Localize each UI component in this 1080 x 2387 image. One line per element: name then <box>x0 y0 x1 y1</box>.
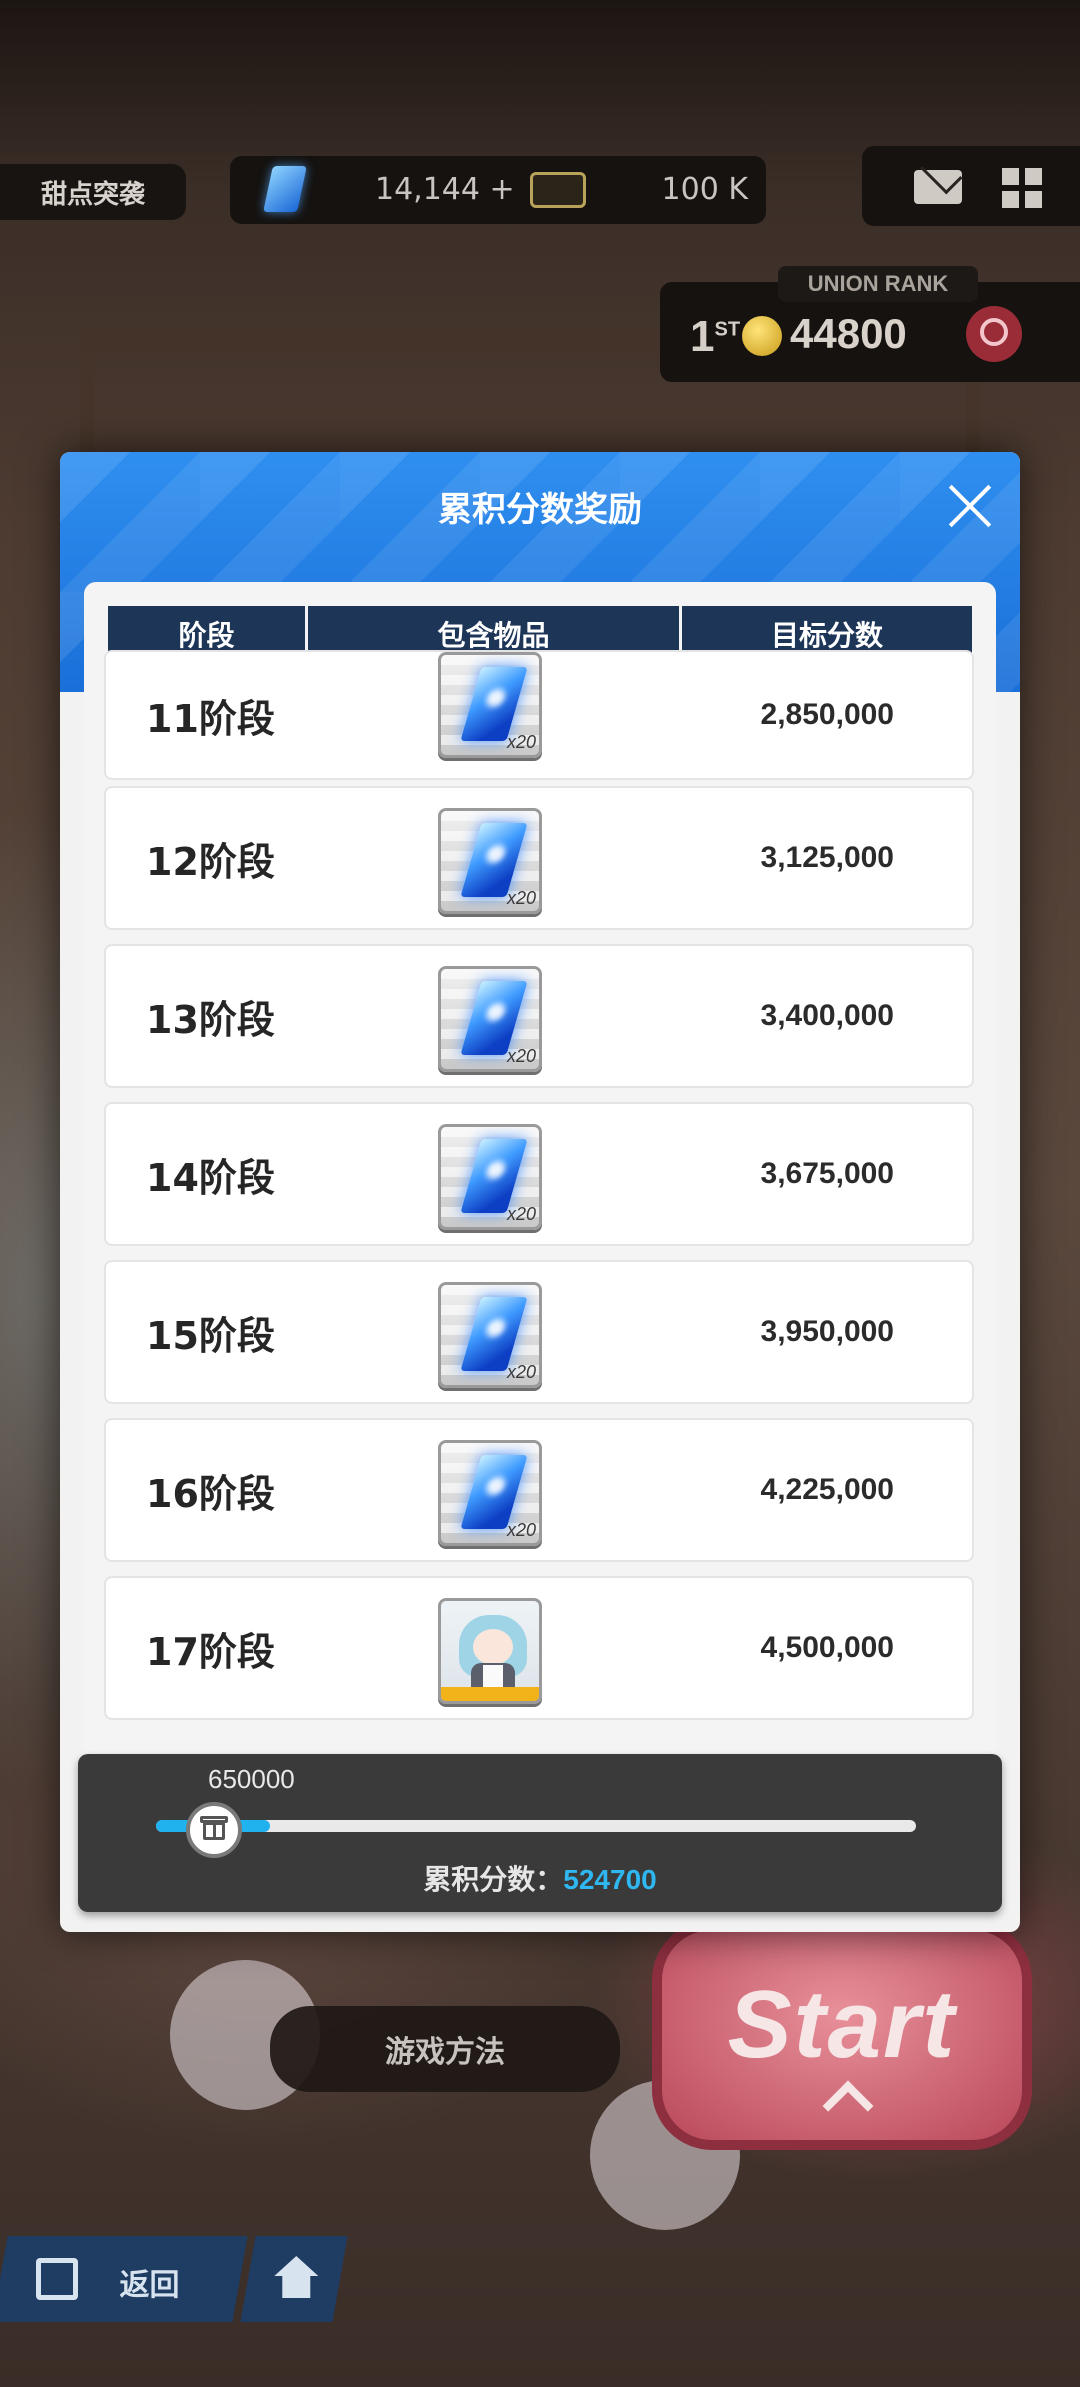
stage-label: 16阶段 <box>146 1471 275 1516</box>
home-icon <box>274 2256 319 2276</box>
stage-label: 11阶段 <box>146 696 275 741</box>
reward-quantity: x20 <box>506 1046 536 1066</box>
gem-count[interactable]: 14,144 + <box>375 172 515 207</box>
stage-label: 15阶段 <box>146 1313 275 1358</box>
table-row: 14阶段 x20 3,675,000 <box>104 1102 974 1246</box>
gem-reward-icon[interactable]: x20 <box>438 1282 542 1388</box>
reward-quantity: x20 <box>506 1520 536 1540</box>
target-score: 2,850,000 <box>760 698 894 731</box>
credit-count: 100 K <box>661 172 748 207</box>
gem-reward-icon[interactable]: x20 <box>438 652 542 758</box>
top-right-icons <box>862 146 1080 226</box>
gem-reward-icon[interactable]: x20 <box>438 1440 542 1546</box>
modal-title: 累积分数奖励 <box>438 490 642 530</box>
target-score: 3,950,000 <box>760 1315 894 1348</box>
score-rewards-modal: 累积分数奖励 阶段 包含物品 目标分数 11阶段 x20 2,850,000 1… <box>60 452 1020 1932</box>
table-row: 11阶段 x20 2,850,000 <box>104 650 974 780</box>
table-row: 16阶段 x20 4,225,000 <box>104 1418 974 1562</box>
reward-quantity: x20 <box>506 888 536 908</box>
milestone-score: 650000 <box>208 1764 295 1794</box>
union-rank-position: 1ST <box>690 312 740 362</box>
gem-reward-icon[interactable]: x20 <box>438 808 542 914</box>
stage-label: 17阶段 <box>146 1629 275 1674</box>
reward-quantity: x20 <box>506 1362 536 1382</box>
start-label: Start <box>727 1971 957 2078</box>
character-reward-icon[interactable] <box>438 1598 542 1704</box>
currency-bar: 14,144 + 100 K <box>230 156 766 224</box>
union-rank-panel[interactable]: UNION RANK 1ST 44800 <box>660 266 1080 382</box>
target-score: 3,400,000 <box>760 999 894 1032</box>
menu-grid-icon[interactable] <box>1002 168 1042 208</box>
gift-box-icon[interactable] <box>186 1802 242 1858</box>
reward-rows[interactable]: 11阶段 x20 2,850,000 12阶段 x20 3,125,000 13… <box>104 650 974 1784</box>
back-button[interactable]: 返回 <box>0 2236 248 2322</box>
stage-label: 12阶段 <box>146 839 275 884</box>
start-button[interactable]: Start <box>652 1920 1032 2150</box>
home-button[interactable] <box>240 2236 348 2322</box>
union-rank-label: UNION RANK <box>778 266 978 302</box>
progress-track <box>156 1820 916 1832</box>
cumulative-score-label: 累积分数： <box>423 1863 564 1896</box>
union-rank-suffix: ST <box>714 318 741 341</box>
table-row: 13阶段 x20 3,400,000 <box>104 944 974 1088</box>
event-name-tag: 甜点突袭 <box>0 164 186 220</box>
gem-reward-icon[interactable]: x20 <box>438 1124 542 1230</box>
cumulative-score-value: 524700 <box>563 1864 657 1895</box>
table-row: 12阶段 x20 3,125,000 <box>104 786 974 930</box>
credit-icon <box>530 172 586 208</box>
mail-icon[interactable] <box>914 170 962 204</box>
gem-icon <box>263 166 307 212</box>
stage-label: 14阶段 <box>146 1155 275 1200</box>
union-coin-icon <box>742 316 782 356</box>
table-row: 17阶段 4,500,000 <box>104 1576 974 1720</box>
rewards-table[interactable]: 阶段 包含物品 目标分数 11阶段 x20 2,850,000 12阶段 x20… <box>84 582 996 1784</box>
target-score: 4,225,000 <box>760 1473 894 1506</box>
union-score: 44800 <box>790 310 907 357</box>
union-rank-number: 1 <box>690 312 715 361</box>
gem-reward-icon[interactable]: x20 <box>438 966 542 1072</box>
target-score: 4,500,000 <box>760 1631 894 1664</box>
chevron-up-icon <box>822 2080 874 2132</box>
reward-quantity: x20 <box>506 732 536 752</box>
how-to-play-button[interactable]: 游戏方法 <box>270 2006 620 2092</box>
table-row: 15阶段 x20 3,950,000 <box>104 1260 974 1404</box>
score-progress-panel: 650000 累积分数：524700 <box>78 1754 1002 1912</box>
back-icon <box>36 2258 78 2300</box>
union-search-icon[interactable] <box>966 306 1022 362</box>
gem-count-value: 14,144 <box>375 172 480 207</box>
how-to-play-label: 游戏方法 <box>385 2035 505 2070</box>
cumulative-score: 累积分数：524700 <box>78 1858 1002 1898</box>
target-score: 3,675,000 <box>760 1157 894 1190</box>
stage-label: 13阶段 <box>146 997 275 1042</box>
close-icon[interactable] <box>940 476 1000 536</box>
gem-add-icon[interactable]: + <box>490 172 515 207</box>
back-label: 返回 <box>119 2268 180 2303</box>
reward-quantity: x20 <box>506 1204 536 1224</box>
target-score: 3,125,000 <box>760 841 894 874</box>
